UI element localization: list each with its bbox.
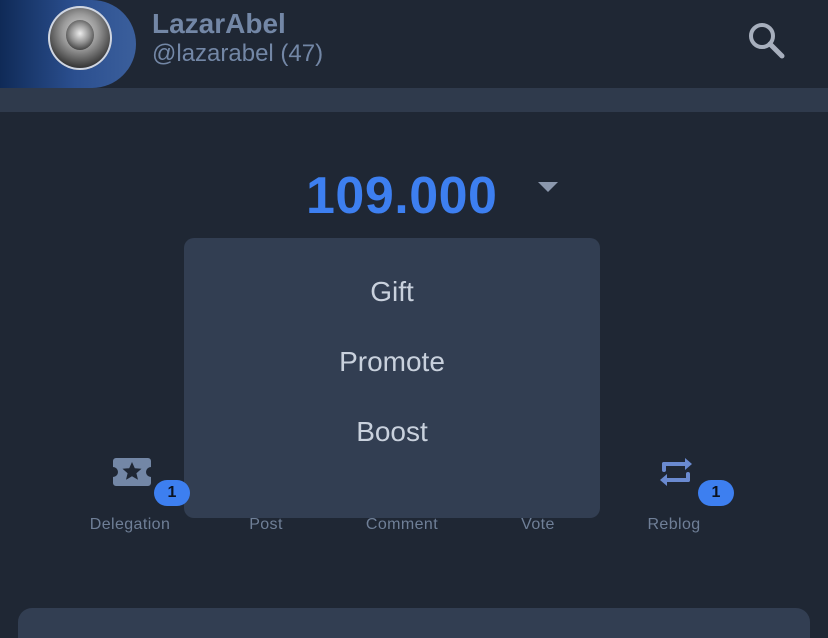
repeat-icon [654,450,698,494]
ticket-star-icon [110,450,154,494]
header-divider [0,88,828,112]
stat-post[interactable]: Post [196,450,336,560]
avatar-container[interactable] [0,0,136,88]
dropdown-caret-icon[interactable] [538,182,558,192]
search-button[interactable] [744,18,788,62]
stat-comment[interactable]: Comment [332,450,472,560]
stat-label-comment: Comment [365,516,439,533]
reblog-count-badge: 1 [698,480,734,506]
menu-item-promote[interactable]: Promote [184,334,600,390]
avatar[interactable] [48,6,112,70]
amount-value[interactable]: 109.000 [306,166,497,226]
amount-selector[interactable]: 109.000 [0,160,828,230]
profile-handle: @lazarabel (47) [152,40,324,67]
stat-label-post: Post [249,516,283,533]
search-icon [749,23,785,59]
stat-label-reblog: Reblog [647,516,701,533]
menu-item-gift[interactable]: Gift [184,264,600,320]
stat-vote[interactable]: Vote [468,450,608,560]
stat-delegation[interactable]: 1 Delegation [60,450,200,560]
bottom-card [18,608,810,638]
profile-header: LazarAbel @lazarabel (47) [0,0,828,88]
profile-username: LazarAbel [152,8,286,39]
stat-reblog[interactable]: 1 Reblog [604,450,744,560]
delegation-count-badge: 1 [154,480,190,506]
stat-label-vote: Vote [521,516,555,533]
stat-label-delegation: Delegation [89,516,171,533]
